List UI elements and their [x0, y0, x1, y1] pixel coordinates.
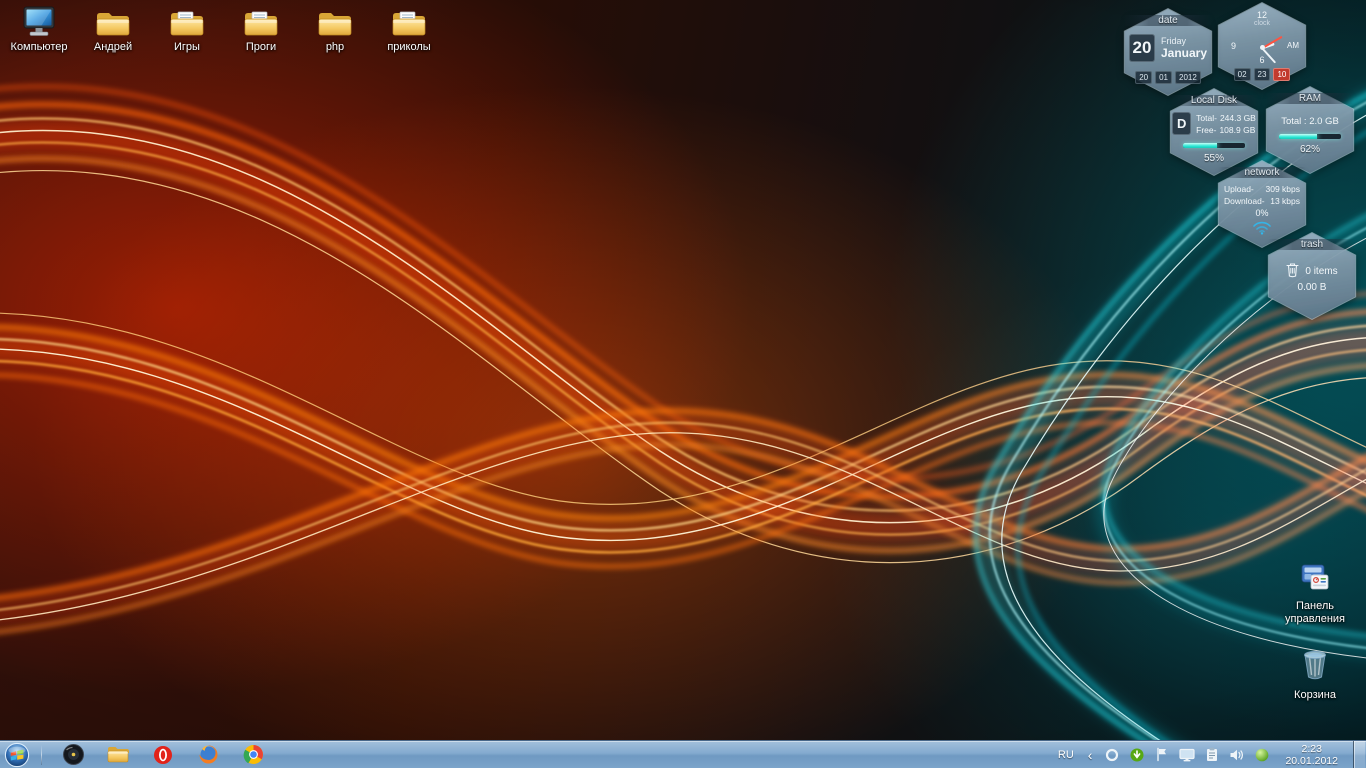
disk-free-value: 108.9 GB: [1219, 125, 1255, 135]
disk-total-label: Total-: [1196, 113, 1217, 123]
date-box-year: 2012: [1175, 71, 1201, 84]
clock-date: 20.01.2012: [1285, 755, 1338, 767]
desktop-icon-recycle-bin[interactable]: Корзина: [1276, 648, 1354, 702]
clock-ampm: AM: [1287, 41, 1299, 50]
widget-clock[interactable]: 12 clock 9 AM 6 02 23 10: [1214, 2, 1310, 90]
desktop-icons: Компьютер Андрей: [2, 6, 446, 54]
start-button[interactable]: [3, 742, 31, 768]
status-circle-icon[interactable]: [1103, 746, 1120, 763]
taskbar-quick-launch: [62, 744, 264, 766]
opera-browser-icon: [153, 745, 173, 765]
desktop-icon-folder-progs[interactable]: Проги: [224, 6, 298, 54]
firefox-browser-icon: [198, 744, 219, 765]
folder-with-documents-icon: [391, 6, 427, 38]
desktop-icon-folder-php[interactable]: php: [298, 6, 372, 54]
desktop-icon-label: Панель управления: [1276, 600, 1354, 626]
clock-center-dot: [1260, 45, 1265, 50]
clock-second-hand: [1262, 36, 1283, 49]
date-weekday: Friday: [1161, 36, 1207, 46]
network-download-value: 13 kbps: [1270, 196, 1300, 206]
disk-total-value: 244.3 GB: [1220, 113, 1256, 123]
clock-box-hour: 02: [1234, 68, 1251, 81]
clock-time: 2:23: [1285, 743, 1338, 755]
clock-number-9: 9: [1231, 41, 1236, 51]
desktop-icon-label: Проги: [246, 41, 276, 54]
taskbar-separator: [41, 745, 42, 765]
folder-with-documents-icon: [243, 6, 279, 38]
taskbar-app-opera[interactable]: [152, 744, 174, 766]
desktop-icon-label: приколы: [387, 41, 430, 54]
network-upload-label: Upload-: [1224, 184, 1254, 194]
system-tray: RU ‹ 2:23: [1055, 741, 1366, 768]
wallpaper-light-streaks: [0, 0, 1366, 768]
widget-date-title: date: [1120, 15, 1216, 26]
clock-box-second: 10: [1273, 68, 1290, 81]
date-box-day: 20: [1135, 71, 1152, 84]
desktop-icon-label: php: [326, 41, 344, 54]
widget-clock-title: clock: [1214, 20, 1310, 27]
desktop-icon-control-panel[interactable]: Панель управления: [1276, 562, 1354, 626]
clock-number-12: 12: [1214, 10, 1310, 20]
taskbar-app-firefox[interactable]: [197, 744, 219, 766]
desktop-icon-label: Корзина: [1294, 689, 1336, 702]
taskbar: RU ‹ 2:23: [0, 740, 1366, 768]
clock-number-6: 6: [1214, 55, 1310, 65]
network-upload-value: 309 kbps: [1266, 184, 1301, 194]
folder-with-documents-icon: [169, 6, 205, 38]
disk-usage-bar: [1183, 143, 1245, 148]
volume-icon[interactable]: [1228, 746, 1245, 763]
explorer-folder-icon: [107, 745, 129, 764]
desktop-icon-label: Игры: [174, 41, 200, 54]
widget-network-title: network: [1214, 167, 1310, 178]
date-box-month: 01: [1155, 71, 1172, 84]
desktop-icon-folder-andrey[interactable]: Андрей: [76, 6, 150, 54]
show-desktop-button[interactable]: [1353, 741, 1365, 768]
action-center-flag-icon[interactable]: [1153, 746, 1170, 763]
taskbar-app-chrome[interactable]: [242, 744, 264, 766]
computer-icon: [21, 6, 57, 38]
desktop: Компьютер Андрей: [0, 0, 1366, 768]
network-percent: 0%: [1214, 208, 1310, 218]
taskbar-app-explorer[interactable]: [107, 744, 129, 766]
widget-ram-title: RAM: [1262, 93, 1358, 104]
taskbar-app-media-player[interactable]: [62, 744, 84, 766]
date-month: January: [1161, 46, 1207, 60]
folder-icon: [317, 6, 353, 38]
dark-media-app-icon: [63, 744, 84, 765]
disk-letter: D: [1172, 112, 1191, 135]
desktop-icon-computer[interactable]: Компьютер: [2, 6, 76, 54]
control-panel-icon: [1300, 562, 1330, 597]
messenger-ball-icon[interactable]: [1253, 746, 1270, 763]
chrome-browser-icon: [243, 744, 264, 765]
recycle-bin-icon: [1300, 648, 1330, 686]
windows-start-orb-icon: [4, 742, 30, 768]
download-arrow-icon[interactable]: [1128, 746, 1145, 763]
clipboard-icon[interactable]: [1203, 746, 1220, 763]
ram-percent: 62%: [1262, 144, 1358, 155]
network-download-label: Download-: [1224, 196, 1265, 206]
show-hidden-icons-button[interactable]: ‹: [1085, 748, 1096, 762]
date-day: 20: [1129, 34, 1155, 62]
widget-trash-title: trash: [1264, 239, 1360, 250]
disk-free-label: Free-: [1196, 125, 1216, 135]
trash-can-icon: [1286, 262, 1299, 281]
language-indicator[interactable]: RU: [1055, 749, 1077, 761]
desktop-icon-label: Компьютер: [11, 41, 68, 54]
ram-total: Total : 2.0 GB: [1262, 116, 1358, 127]
trash-size: 0.00 B: [1264, 282, 1360, 293]
desktop-icon-folder-games[interactable]: Игры: [150, 6, 224, 54]
folder-icon: [95, 6, 131, 38]
display-settings-icon[interactable]: [1178, 746, 1195, 763]
desktop-icon-folder-fun[interactable]: приколы: [372, 6, 446, 54]
ram-usage-bar: [1279, 134, 1341, 139]
desktop-icon-label: Андрей: [94, 41, 132, 54]
trash-items: 0 items: [1305, 266, 1337, 277]
taskbar-clock[interactable]: 2:23 20.01.2012: [1278, 743, 1345, 767]
widget-date[interactable]: date 20 Friday January 20 01 2012: [1120, 8, 1216, 96]
widget-disk-title: Local Disk: [1166, 95, 1262, 106]
clock-box-minute: 23: [1254, 68, 1271, 81]
widget-trash[interactable]: trash 0 items 0.00 B: [1264, 232, 1360, 320]
